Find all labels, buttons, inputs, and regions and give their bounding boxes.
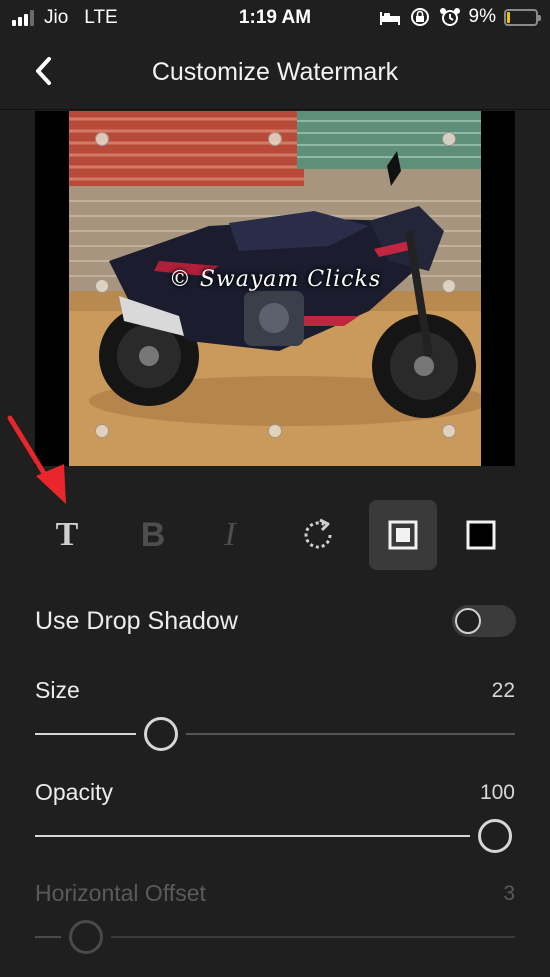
resize-handle-top-right[interactable]	[442, 132, 456, 146]
page-title: Customize Watermark	[151, 58, 399, 86]
bed-icon	[379, 12, 400, 25]
watermark-text[interactable]: © Swayam Clicks	[69, 267, 481, 292]
rotate-icon	[304, 518, 332, 549]
opacity-slider[interactable]	[35, 816, 520, 856]
rotate-button[interactable]	[284, 500, 352, 570]
toggle-knob	[455, 608, 481, 634]
horizontal-offset-label: Horizontal Offset	[35, 880, 206, 906]
italic-icon: I	[224, 516, 236, 553]
text-toolbar: T B I	[0, 500, 550, 570]
watermark-preview: © Swayam Clicks	[35, 111, 515, 466]
drop-shadow-label: Use Drop Shadow	[35, 607, 238, 635]
text-icon: T	[55, 516, 79, 553]
horizontal-offset-slider[interactable]	[35, 917, 515, 957]
slider-fill	[35, 835, 495, 837]
battery-percent: 9%	[468, 6, 496, 27]
outline-square-icon	[466, 520, 496, 550]
slider-thumb[interactable]	[144, 717, 178, 751]
slider-thumb[interactable]	[478, 819, 512, 853]
preview-photo: © Swayam Clicks	[69, 111, 481, 466]
bold-button[interactable]: B	[119, 500, 187, 570]
resize-handle-bottom-right[interactable]	[442, 424, 456, 438]
italic-button[interactable]: I	[196, 500, 264, 570]
filled-square-icon	[388, 520, 418, 550]
text-tool-button[interactable]: T	[33, 500, 101, 570]
nav-bar: Customize Watermark	[0, 36, 550, 110]
drop-shadow-toggle[interactable]	[452, 605, 516, 637]
resize-handle-bottom-left[interactable]	[95, 424, 109, 438]
opacity-value: 100	[479, 781, 515, 804]
resize-handle-top-center[interactable]	[268, 132, 282, 146]
slider-thumb[interactable]	[69, 920, 103, 954]
status-bar: Jio LTE 1:19 AM 9%	[0, 0, 550, 36]
horizontal-offset-value: 3	[503, 882, 515, 905]
battery-icon	[504, 8, 541, 26]
filled-square-button[interactable]	[369, 500, 437, 570]
alarm-icon	[439, 8, 460, 26]
outline-square-button[interactable]	[447, 500, 515, 570]
opacity-label: Opacity	[35, 779, 113, 805]
resize-handle-top-left[interactable]	[95, 132, 109, 146]
annotation-arrow	[7, 415, 66, 504]
resize-handle-bottom-center[interactable]	[268, 424, 282, 438]
size-slider[interactable]	[35, 714, 515, 754]
rotation-lock-icon	[410, 8, 429, 26]
resize-handle-middle-right[interactable]	[442, 279, 456, 293]
bold-icon: B	[140, 515, 166, 554]
size-label: Size	[35, 677, 80, 703]
size-value: 22	[491, 679, 515, 702]
resize-handle-middle-left[interactable]	[95, 279, 109, 293]
